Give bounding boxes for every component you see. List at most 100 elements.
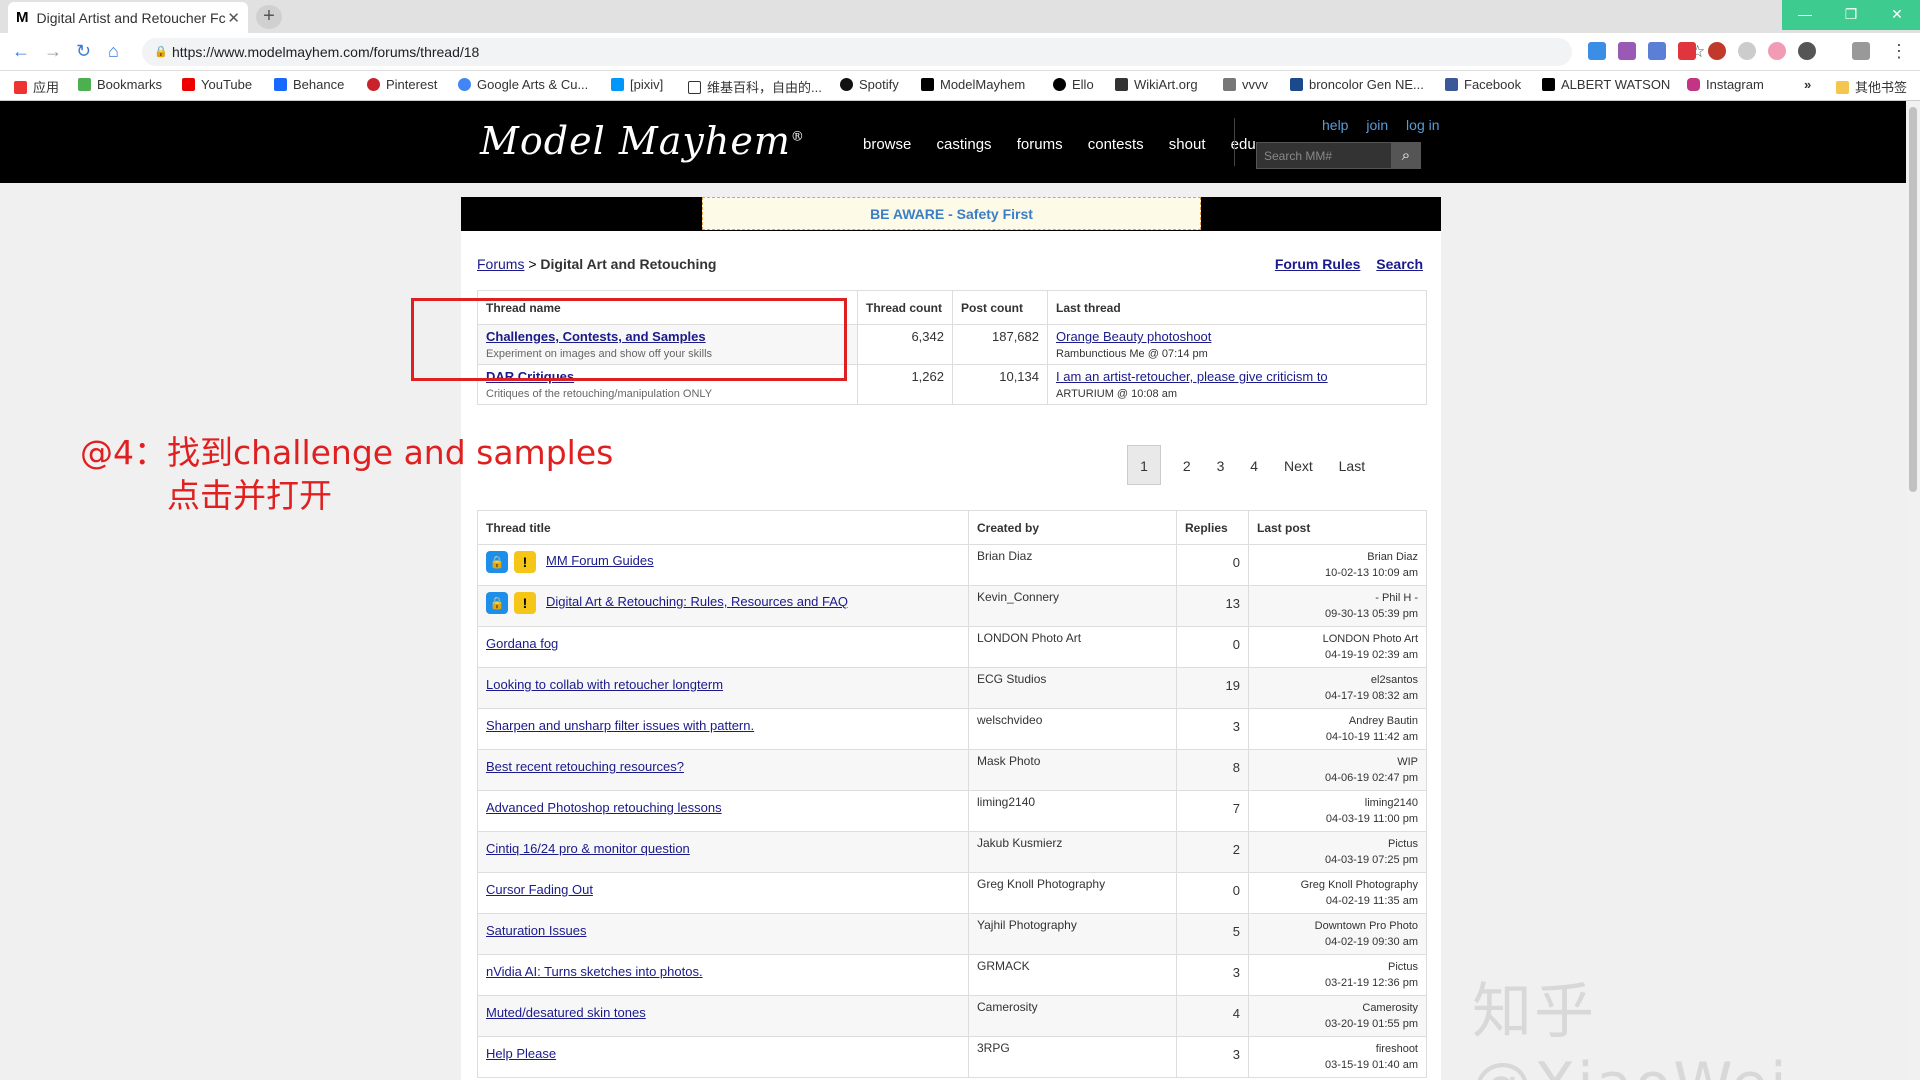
thread-link[interactable]: Best recent retouching resources? [486, 759, 684, 774]
menu-kebab-icon[interactable]: ⋮ [1890, 41, 1908, 62]
search-icon[interactable]: ⌕ [1391, 142, 1421, 169]
account-links: help join log in [1308, 117, 1440, 133]
home-icon[interactable]: ⌂ [108, 41, 119, 62]
safety-banner-text[interactable]: BE AWARE - Safety First [702, 197, 1201, 230]
bookmark-bookmarks[interactable]: Bookmarks [78, 77, 162, 92]
last-post: Downtown Pro Photo 04-02-19 09:30 am [1248, 913, 1427, 955]
reload-icon[interactable]: ↻ [76, 41, 91, 62]
thread-link[interactable]: Looking to collab with retoucher longter… [486, 677, 723, 692]
last-post-date: 04-02-19 11:35 am [1325, 895, 1418, 907]
page-2[interactable]: 2 [1183, 446, 1191, 486]
last-post-user: Camerosity [1362, 1002, 1418, 1014]
download-extension-icon[interactable] [1588, 42, 1606, 60]
forward-icon[interactable]: → [44, 41, 62, 62]
grey-extension-icon[interactable] [1738, 42, 1756, 60]
bookmark-wikiart[interactable]: WikiArt.org [1115, 77, 1198, 92]
thread-link[interactable]: Saturation Issues [486, 923, 586, 938]
page-scrollbar[interactable] [1906, 101, 1920, 1080]
thread-link[interactable]: Cintiq 16/24 pro & monitor question [486, 841, 690, 856]
site-logo[interactable]: Model Mayhem® [480, 119, 805, 163]
thread-link[interactable]: Sharpen and unsharp filter issues with p… [486, 718, 754, 733]
last-post-date: 03-15-19 01:40 am [1325, 1059, 1418, 1071]
browser-tab[interactable]: M Digital Artist and Retoucher Fc ✕ [8, 2, 248, 33]
close-window-button[interactable]: ✕ [1874, 0, 1920, 30]
thread-table: Thread title Created by Replies Last pos… [477, 510, 1427, 1078]
thread-link[interactable]: Muted/desatured skin tones [486, 1005, 646, 1020]
last-post-user: LONDON Photo Art [1322, 633, 1418, 645]
thread-author: Mask Photo [968, 749, 1177, 791]
url-field[interactable]: 🔒 https://www.modelmayhem.com/forums/thr… [142, 38, 1705, 66]
thread-link[interactable]: MM Forum Guides [546, 553, 654, 568]
last-post-date: 03-21-19 12:36 pm [1325, 977, 1418, 989]
nav-shout[interactable]: shout [1169, 136, 1206, 153]
sticky-warning-icon: ! [514, 551, 536, 573]
translate-extension-icon[interactable] [1648, 42, 1666, 60]
nav-contests[interactable]: contests [1088, 136, 1144, 153]
minimize-button[interactable]: — [1782, 0, 1828, 30]
header-divider [1234, 118, 1235, 166]
thread-link[interactable]: Gordana fog [486, 636, 558, 651]
thread-link[interactable]: Advanced Photoshop retouching lessons [486, 800, 722, 815]
page-3[interactable]: 3 [1217, 446, 1225, 486]
thread-author: liming2140 [968, 790, 1177, 832]
bookmark-albert-watson[interactable]: ALBERT WATSON [1542, 77, 1670, 92]
bookmark-spotify[interactable]: Spotify [840, 77, 899, 92]
bookmark-pinterest[interactable]: Pinterest [367, 77, 437, 92]
bookmark-google-arts[interactable]: Google Arts & Cu... [458, 77, 588, 92]
last-post: el2santos 04-17-19 08:32 am [1248, 667, 1427, 709]
help-link[interactable]: help [1322, 117, 1348, 133]
bookmark-ello[interactable]: Ello [1053, 77, 1094, 92]
page-next[interactable]: Next [1284, 446, 1313, 486]
nav-forums[interactable]: forums [1017, 136, 1063, 153]
page-1[interactable]: 1 [1127, 445, 1161, 485]
pen-extension-icon[interactable] [1618, 42, 1636, 60]
thread-link[interactable]: nVidia AI: Turns sketches into photos. [486, 964, 703, 979]
last-thread-link[interactable]: Orange Beauty photoshoot [1056, 329, 1211, 344]
page-last[interactable]: Last [1339, 446, 1365, 486]
bookmark-instagram[interactable]: Instagram [1687, 77, 1764, 92]
thread-replies: 19 [1176, 667, 1249, 709]
bookmark-wikipedia[interactable]: 维基百科，自由的... [688, 77, 822, 96]
login-link[interactable]: log in [1406, 117, 1439, 133]
last-post: Camerosity 03-20-19 01:55 pm [1248, 995, 1427, 1037]
thread-count: 1,262 [857, 364, 953, 405]
thread-link[interactable]: Help Please [486, 1046, 556, 1061]
bookmark-behance[interactable]: Behance [274, 77, 344, 92]
nav-castings[interactable]: castings [937, 136, 992, 153]
bookmark-vvvv[interactable]: vvvv [1223, 77, 1268, 92]
bookmark-youtube[interactable]: YouTube [182, 77, 252, 92]
thread-link[interactable]: Cursor Fading Out [486, 882, 593, 897]
thread-row: Advanced Photoshop retouching lessons lim… [477, 790, 1427, 832]
red-extension-icon[interactable] [1678, 42, 1696, 60]
thread-author: ECG Studios [968, 667, 1177, 709]
last-post-user: Pictus [1388, 838, 1418, 850]
back-icon[interactable]: ← [12, 41, 30, 62]
forum-rules-link[interactable]: Forum Rules [1275, 256, 1361, 272]
breadcrumb-forums[interactable]: Forums [477, 256, 524, 272]
scrollbar-thumb[interactable] [1909, 107, 1917, 492]
bookmark-facebook[interactable]: Facebook [1445, 77, 1521, 92]
close-tab-icon[interactable]: ✕ [227, 9, 240, 27]
last-post: WIP 04-06-19 02:47 pm [1248, 749, 1427, 791]
new-tab-button[interactable]: + [256, 5, 282, 29]
bookmark-other[interactable]: 其他书签 [1836, 77, 1907, 96]
forum-search-link[interactable]: Search [1376, 256, 1423, 272]
thread-link[interactable]: Digital Art & Retouching: Rules, Resourc… [546, 594, 848, 609]
last-thread-link[interactable]: I am an artist-retoucher, please give cr… [1056, 369, 1328, 384]
bookmark-pixiv[interactable]: [pixiv] [611, 77, 663, 92]
bookmark-modelmayhem[interactable]: ModelMayhem [921, 77, 1025, 92]
abp-extension-icon[interactable] [1708, 42, 1726, 60]
thread-row: nVidia AI: Turns sketches into photos. GR… [477, 954, 1427, 996]
page-4[interactable]: 4 [1250, 446, 1258, 486]
puzzle-extension-icon[interactable] [1852, 42, 1870, 60]
thread-replies: 5 [1176, 913, 1249, 955]
col-thread-count: Thread count [857, 290, 953, 325]
pink-extension-icon[interactable] [1768, 42, 1786, 60]
bookmarks-overflow-icon[interactable]: » [1804, 77, 1811, 92]
join-link[interactable]: join [1366, 117, 1388, 133]
nav-browse[interactable]: browse [863, 136, 911, 153]
restore-button[interactable]: ❐ [1828, 0, 1874, 30]
bookmark-broncolor[interactable]: broncolor Gen NE... [1290, 77, 1424, 92]
pocket-extension-icon[interactable] [1798, 42, 1816, 60]
bookmark-apps[interactable]: 应用 [14, 77, 59, 96]
